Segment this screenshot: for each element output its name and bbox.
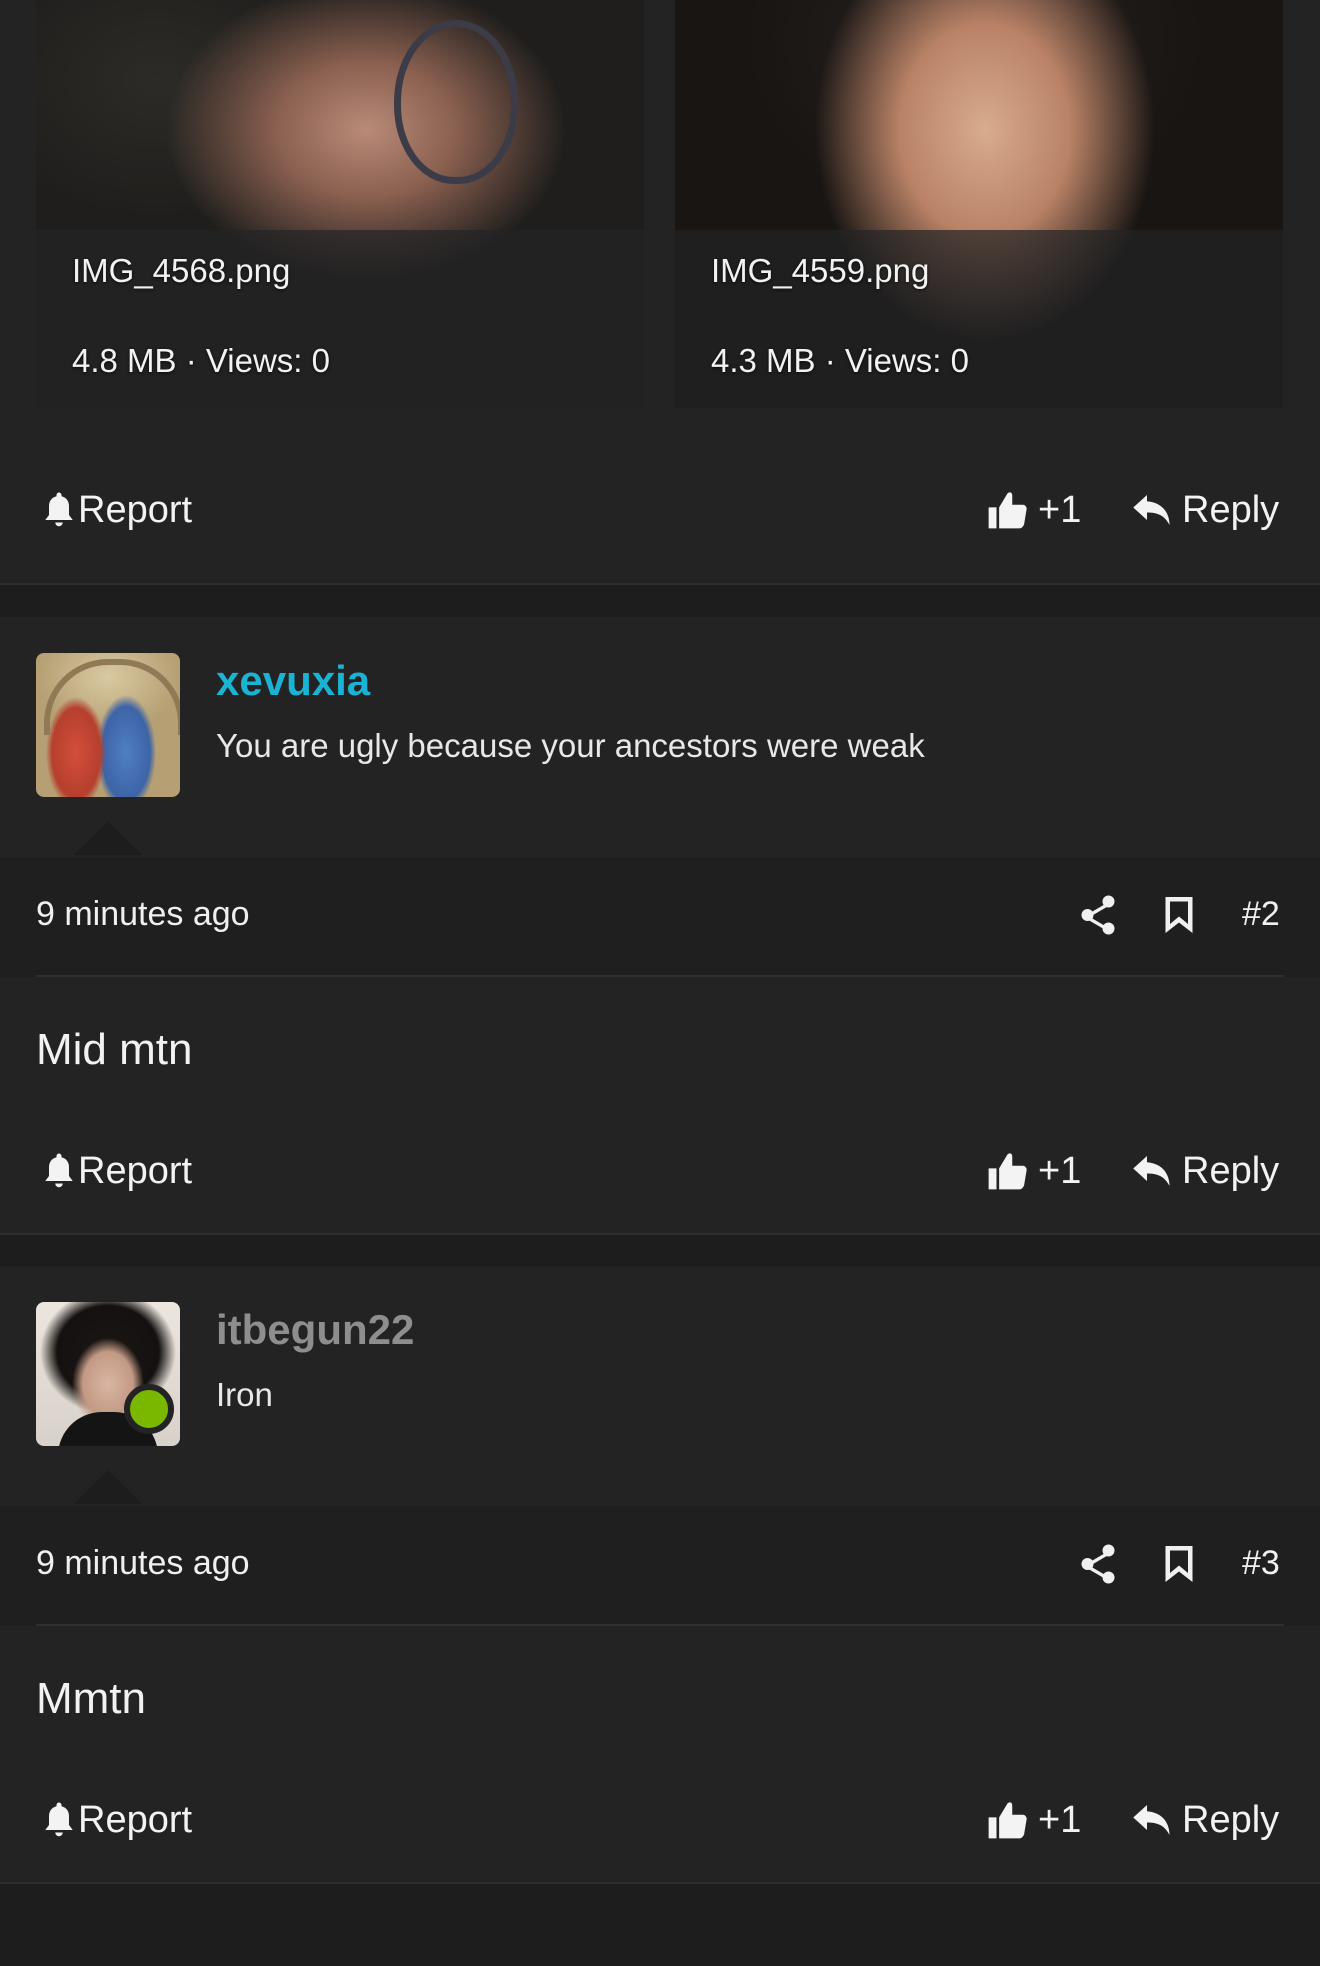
reply-arrow-icon: [1133, 1805, 1170, 1835]
post-meta-row: 9 minutes ago #2: [0, 857, 1320, 977]
like-count: +1: [1038, 1798, 1082, 1841]
post-meta-row: 9 minutes ago #3: [0, 1506, 1320, 1626]
username[interactable]: itbegun22: [216, 1306, 414, 1354]
bookmark-icon[interactable]: [1164, 895, 1194, 935]
reply-button[interactable]: Reply: [1132, 1139, 1279, 1203]
thread-page: IMG_4568.png 4.8 MB · Views: 0 IMG_4559.…: [0, 0, 1320, 1966]
reply-button[interactable]: Reply: [1132, 478, 1279, 542]
meta-divider: [36, 1624, 1284, 1626]
report-button[interactable]: Report: [44, 1788, 192, 1852]
post-actions: Report +1 Reply: [0, 1139, 1320, 1203]
reply-label: Reply: [1182, 488, 1280, 531]
bookmark-icon[interactable]: [1164, 1544, 1194, 1584]
post-actions: Report +1 Reply: [0, 478, 1320, 542]
comment-post: itbegun22 Iron 9 minutes ago #3 Mmtn Rep…: [0, 1266, 1320, 1882]
bell-icon: [45, 1153, 73, 1188]
reply-label: Reply: [1182, 1798, 1280, 1841]
comment-post: xevuxia You are ugly because your ancest…: [0, 617, 1320, 1233]
reply-label: Reply: [1182, 1149, 1280, 1192]
report-label: Report: [78, 488, 193, 531]
attachment-filename: IMG_4568.png: [72, 252, 291, 289]
divider: [0, 1233, 1320, 1235]
attachment-info: 4.8 MB · Views: 0: [72, 342, 330, 379]
user-tagline: You are ugly because your ancestors were…: [216, 727, 925, 764]
bell-icon: [45, 492, 73, 527]
online-status-indicator: [124, 1384, 174, 1434]
reply-arrow-icon: [1133, 495, 1170, 525]
header-pointer: [74, 821, 142, 855]
header-pointer: [74, 1470, 142, 1504]
reply-button[interactable]: Reply: [1132, 1788, 1279, 1852]
divider: [0, 583, 1320, 585]
meta-divider: [36, 975, 1284, 977]
report-button[interactable]: Report: [44, 478, 192, 542]
like-button[interactable]: +1: [986, 478, 1081, 542]
post-number[interactable]: #3: [1242, 1544, 1280, 1583]
attachment-thumbnail[interactable]: IMG_4568.png 4.8 MB · Views: 0: [36, 0, 644, 408]
post-timestamp[interactable]: 9 minutes ago: [36, 895, 250, 934]
attachment-filename: IMG_4559.png: [711, 252, 930, 289]
post-body: Mmtn: [36, 1674, 146, 1723]
post-body: Mid mtn: [36, 1025, 193, 1074]
post-header: itbegun22 Iron: [0, 1266, 1320, 1506]
share-icon[interactable]: [1080, 895, 1116, 935]
report-label: Report: [78, 1149, 193, 1192]
post-timestamp[interactable]: 9 minutes ago: [36, 1544, 250, 1583]
thumbs-up-icon: [988, 1153, 1027, 1190]
like-count: +1: [1038, 1149, 1082, 1192]
post-actions: Report +1 Reply: [0, 1788, 1320, 1852]
thumbs-up-icon: [988, 492, 1027, 529]
attachment-thumbnail[interactable]: IMG_4559.png 4.3 MB · Views: 0: [675, 0, 1283, 408]
report-button[interactable]: Report: [44, 1139, 192, 1203]
share-icon[interactable]: [1080, 1544, 1116, 1584]
like-button[interactable]: +1: [986, 1788, 1081, 1852]
post-number[interactable]: #2: [1242, 895, 1280, 934]
reply-arrow-icon: [1133, 1156, 1170, 1186]
attachment-info: 4.3 MB · Views: 0: [711, 342, 969, 379]
post-with-attachments: IMG_4568.png 4.8 MB · Views: 0 IMG_4559.…: [0, 0, 1320, 583]
user-tagline: Iron: [216, 1376, 273, 1413]
username[interactable]: xevuxia: [216, 657, 370, 705]
avatar[interactable]: [36, 653, 180, 797]
like-count: +1: [1038, 488, 1082, 531]
thumbs-up-icon: [988, 1802, 1027, 1839]
divider: [0, 1882, 1320, 1884]
post-header: xevuxia You are ugly because your ancest…: [0, 617, 1320, 857]
like-button[interactable]: +1: [986, 1139, 1081, 1203]
report-label: Report: [78, 1798, 193, 1841]
bell-icon: [45, 1802, 73, 1837]
